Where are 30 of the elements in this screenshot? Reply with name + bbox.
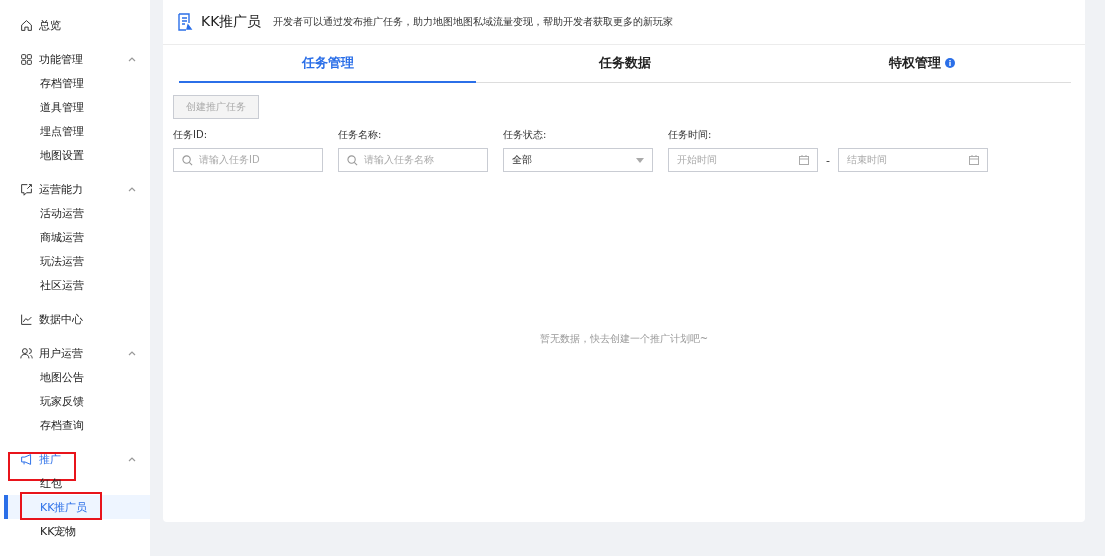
sidebar-subitem[interactable]: 活动运营 bbox=[4, 201, 150, 225]
sidebar-item[interactable]: 数据中心 bbox=[0, 307, 150, 331]
tab[interactable]: 特权管理 bbox=[773, 45, 1071, 83]
filter-label: 任务状态: bbox=[503, 128, 548, 142]
sidebar-subitem[interactable]: KK推广员 bbox=[4, 495, 150, 519]
sidebar-subitem[interactable]: 地图公告 bbox=[4, 365, 150, 389]
filter-label: 任务时间: bbox=[668, 128, 713, 142]
sidebar-subitem[interactable]: 存档查询 bbox=[4, 413, 150, 437]
sidebar-subitem[interactable]: 玩法运营 bbox=[4, 249, 150, 273]
page-description: 开发者可以通过发布推广任务，助力地图地图私域流量变现，帮助开发者获取更多的新玩家 bbox=[273, 15, 674, 29]
sidebar-group[interactable]: 功能管理 bbox=[0, 47, 150, 71]
sidebar-subitem[interactable]: 玩家反馈 bbox=[4, 389, 150, 413]
sidebar-subitem[interactable]: 埋点管理 bbox=[4, 119, 150, 143]
sidebar-group[interactable]: 用户运营 bbox=[0, 341, 150, 365]
sidebar-subitem[interactable]: 地图设置 bbox=[4, 143, 150, 167]
filter-label: 任务名称: bbox=[338, 128, 383, 142]
sidebar-subitem[interactable]: 道具管理 bbox=[4, 95, 150, 119]
tab[interactable]: 任务数据 bbox=[476, 45, 774, 83]
filter-label: 任务ID: bbox=[173, 128, 209, 142]
sidebar-group[interactable]: 推广 bbox=[0, 447, 150, 471]
sidebar-group[interactable]: 运营能力 bbox=[0, 177, 150, 201]
sidebar-subitem[interactable]: 社区运营 bbox=[4, 273, 150, 297]
sidebar-subitem[interactable]: KK宠物 bbox=[4, 519, 150, 543]
range-separator: - bbox=[826, 153, 830, 167]
page-title: KK推广员 bbox=[201, 13, 262, 31]
status-select[interactable]: 全部 bbox=[503, 148, 653, 172]
tab[interactable]: 任务管理 bbox=[179, 45, 477, 83]
sidebar-item[interactable]: 总览 bbox=[0, 13, 150, 37]
sidebar-subitem[interactable]: 商城运营 bbox=[4, 225, 150, 249]
sidebar-subitem[interactable]: 存档管理 bbox=[4, 71, 150, 95]
